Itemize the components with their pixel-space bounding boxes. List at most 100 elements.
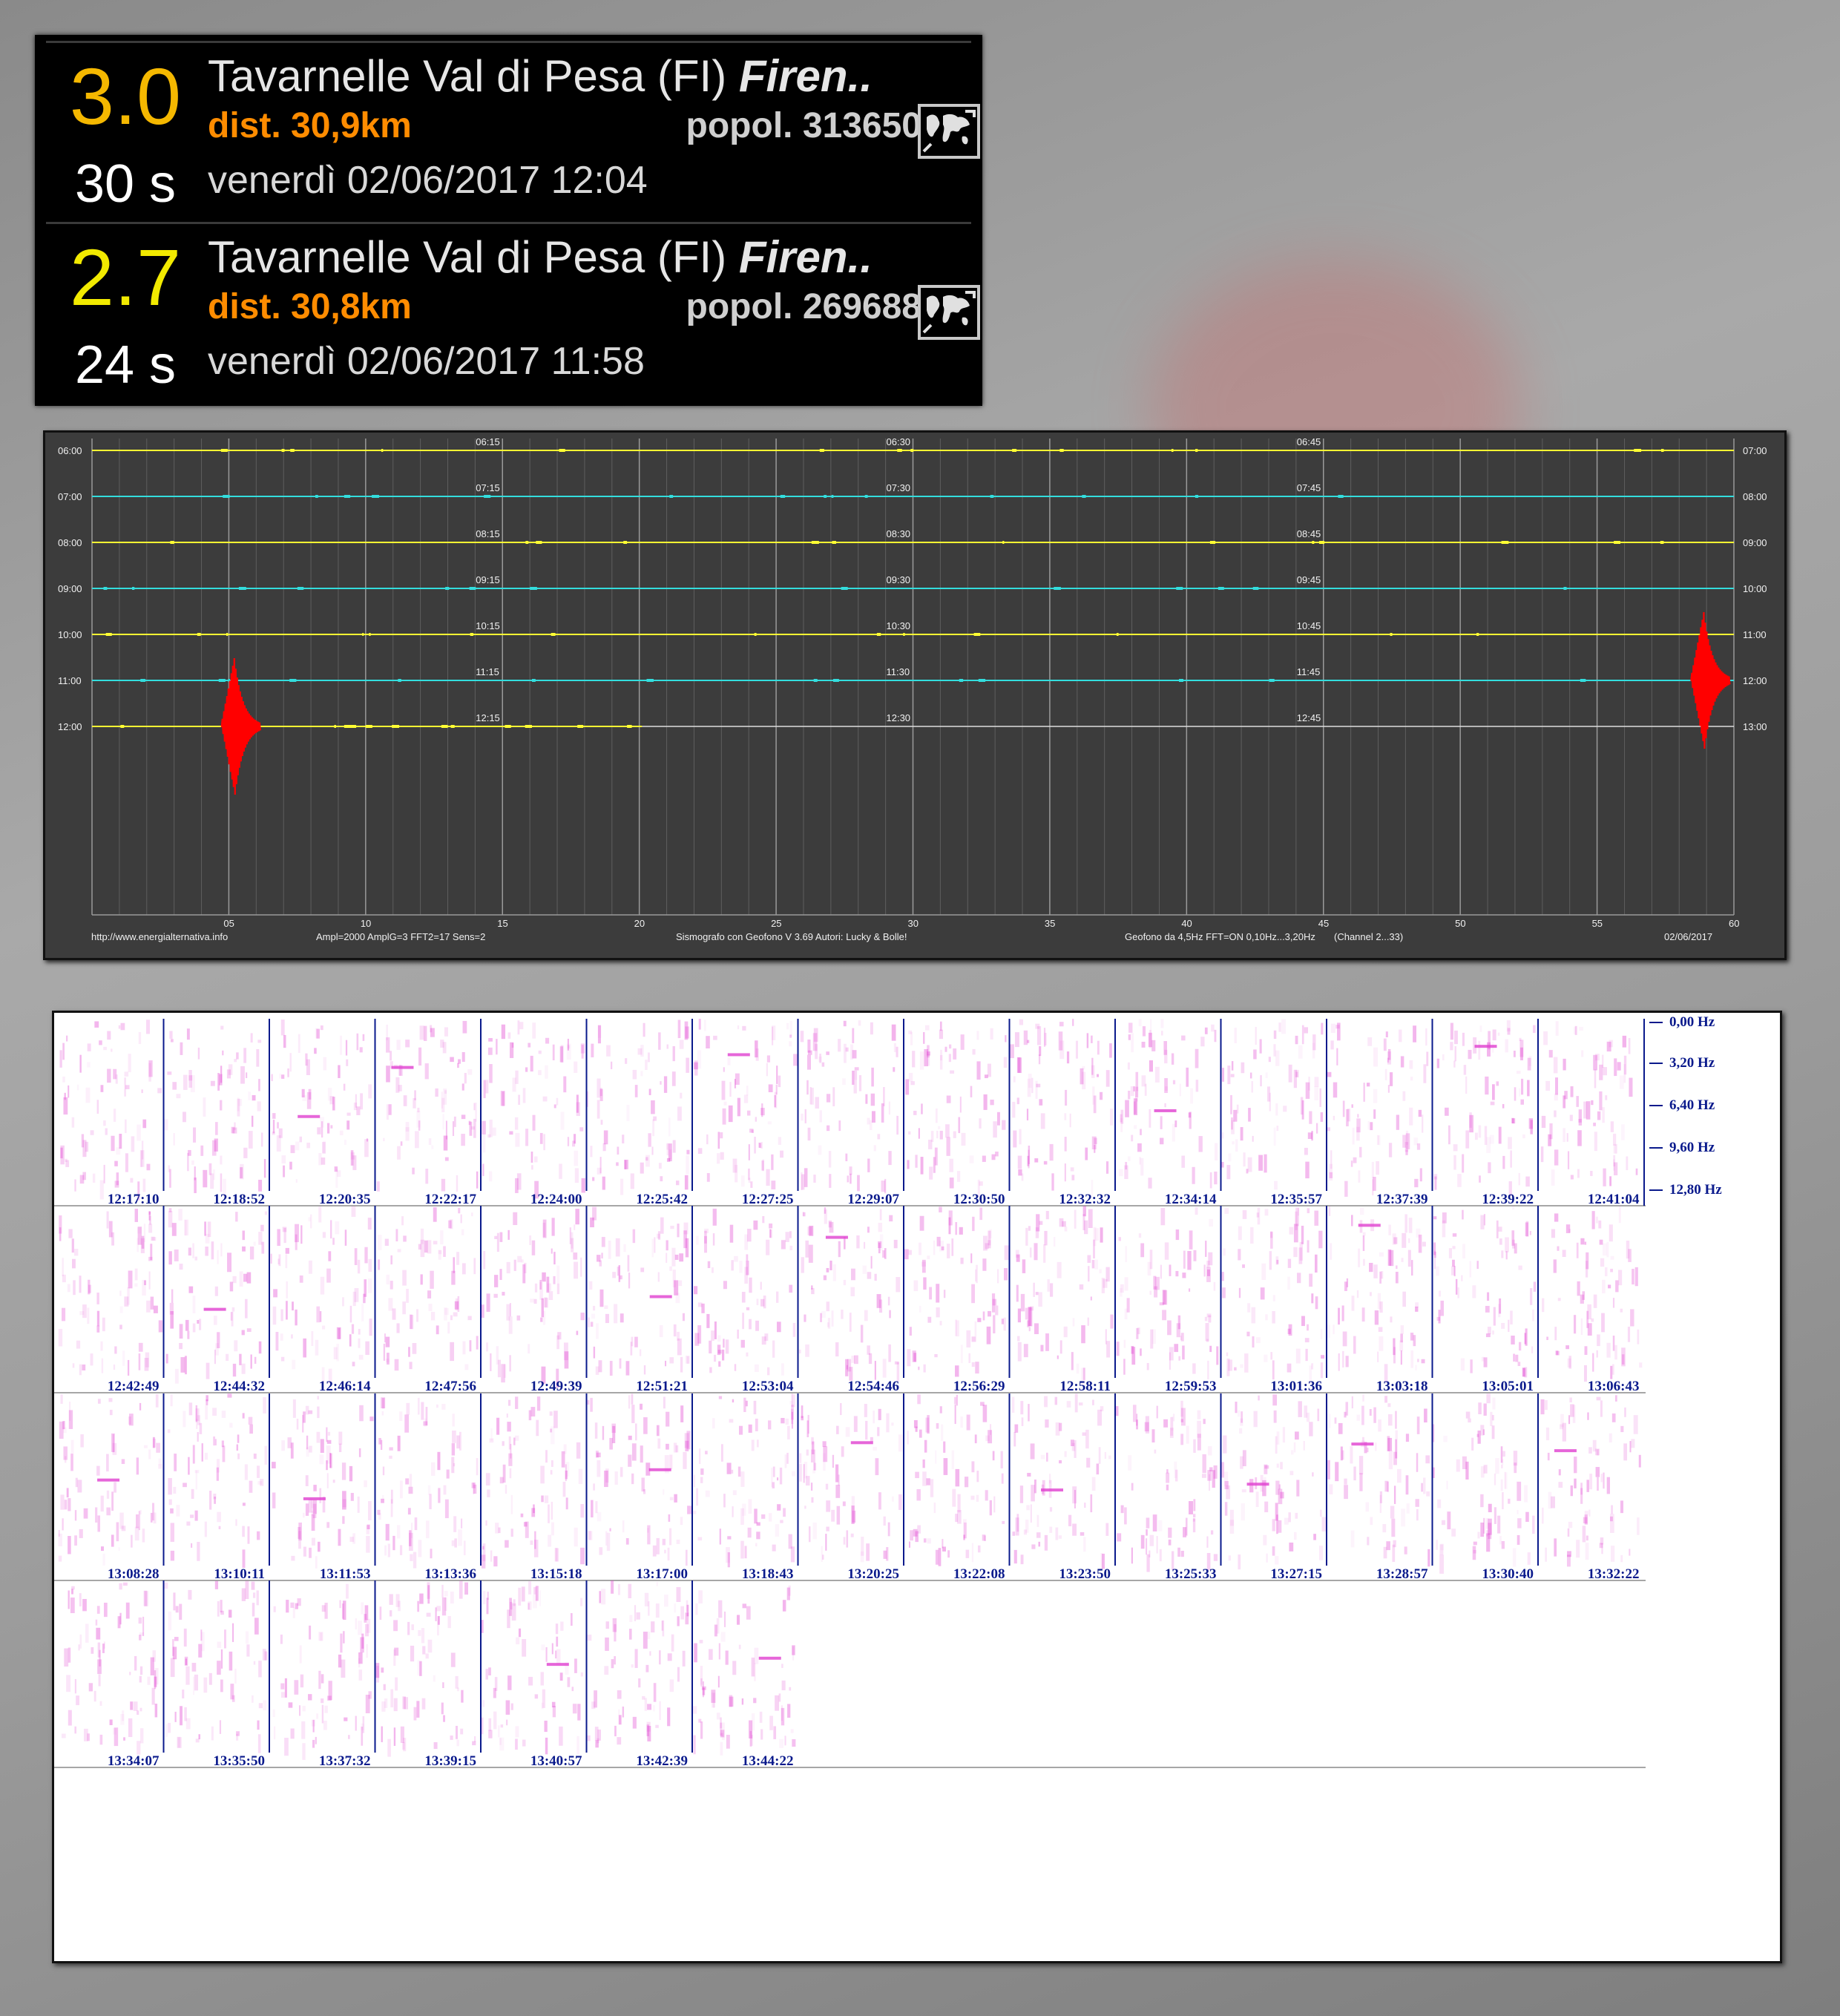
spectral-energy (139, 1632, 144, 1636)
spectral-energy (1367, 1120, 1370, 1130)
spectral-energy (295, 1224, 299, 1243)
spectral-energy (438, 1250, 441, 1260)
spectral-energy (776, 1291, 779, 1303)
elapsed-time: 30 s (74, 154, 177, 214)
spectral-energy (634, 1336, 638, 1347)
spectral-energy (398, 1600, 401, 1612)
spectral-energy (640, 1267, 645, 1273)
spectral-energy (284, 1738, 289, 1756)
spectrogram-cell (167, 1393, 267, 1569)
spectral-energy (1473, 1550, 1476, 1554)
spectral-energy (1284, 1517, 1289, 1525)
spectral-energy (68, 1085, 70, 1098)
spectral-energy (253, 1241, 256, 1246)
spectral-energy (1591, 1100, 1594, 1106)
spectrogram-time-label: 13:30:40 (1482, 1566, 1534, 1582)
spectral-energy (390, 1255, 392, 1265)
spectrogram-cell (482, 1020, 585, 1199)
spectral-energy (1078, 1402, 1083, 1406)
spectral-energy (384, 1238, 389, 1246)
spectrogram-cell (164, 1580, 268, 1753)
spectral-energy (321, 1674, 324, 1684)
spectral-energy (790, 1729, 794, 1733)
spectral-energy (825, 1483, 829, 1490)
spectral-energy (923, 1538, 927, 1543)
spectrogram-time-label: 13:42:39 (636, 1753, 688, 1769)
spectral-energy (1499, 1238, 1502, 1245)
spectral-energy (738, 1644, 741, 1649)
spectral-energy (71, 1589, 73, 1595)
spectral-energy (865, 1420, 868, 1440)
spectral-energy (436, 1616, 439, 1636)
world-map-icon[interactable] (918, 104, 980, 159)
spectral-energy (322, 1142, 326, 1154)
spectral-energy (1258, 1155, 1264, 1171)
spectral-energy (669, 1357, 674, 1364)
spectral-energy (133, 1701, 138, 1712)
spectral-energy (516, 1173, 522, 1190)
spectral-energy (887, 1296, 890, 1306)
spectral-energy (342, 1297, 344, 1307)
spectral-energy (706, 1313, 710, 1328)
spectral-energy (1588, 1509, 1591, 1517)
spectral-energy (298, 1531, 301, 1549)
spectral-energy (354, 1288, 359, 1302)
x-tick-label: 50 (1455, 918, 1466, 929)
spectral-energy (1013, 1431, 1016, 1447)
spectral-energy (1272, 1360, 1275, 1380)
spectral-energy (1178, 1356, 1181, 1361)
spectral-band (1351, 1442, 1374, 1446)
spectral-energy (121, 1459, 125, 1465)
spectral-energy (622, 1706, 625, 1718)
spectral-energy (90, 1353, 93, 1366)
spectral-energy (119, 1583, 122, 1590)
spectral-energy (351, 1324, 355, 1334)
spectral-energy (316, 1306, 320, 1323)
spectral-energy (684, 1175, 689, 1190)
spectral-energy (357, 1496, 360, 1513)
spectral-energy (397, 1146, 401, 1160)
spectral-energy (1016, 1284, 1019, 1302)
spectral-energy (1235, 1139, 1238, 1152)
spectral-energy (148, 1449, 151, 1460)
spectral-energy (506, 1414, 508, 1418)
spectral-energy (1265, 1314, 1268, 1321)
spectral-energy (874, 1361, 876, 1380)
spectral-energy (714, 1321, 717, 1339)
spectral-energy (923, 1277, 927, 1290)
spectral-energy (852, 1028, 855, 1043)
spectral-energy (111, 1433, 115, 1452)
spectral-energy (1399, 1029, 1402, 1043)
spectral-energy (640, 1071, 643, 1077)
spectral-energy (1518, 1172, 1520, 1186)
spectral-energy (1044, 1230, 1048, 1246)
spectral-energy (95, 1507, 98, 1523)
spectral-energy (782, 1600, 786, 1612)
spectral-energy (280, 1692, 285, 1698)
spectral-energy (246, 1272, 252, 1284)
spectral-energy (246, 1328, 252, 1333)
spectral-energy (1215, 1143, 1218, 1160)
spectral-energy (856, 1235, 860, 1249)
spectral-energy (305, 1503, 309, 1516)
spectral-energy (440, 1230, 444, 1245)
spectral-energy (1485, 1333, 1491, 1338)
spectral-energy (455, 1725, 458, 1739)
earthquake-item[interactable]: 2.7 24 s Tavarnelle Val di Pesa (FI) Fir… (46, 222, 980, 402)
spectral-energy (781, 1363, 784, 1376)
spectral-energy (1373, 1264, 1378, 1278)
spectral-energy (732, 1506, 734, 1517)
spectrogram-time-label: 13:25:33 (1164, 1566, 1217, 1582)
spectral-energy (1447, 1511, 1451, 1530)
spectral-energy (604, 1666, 609, 1675)
province: Firen.. (738, 232, 873, 282)
world-map-icon[interactable] (918, 285, 980, 340)
spectral-energy (1209, 1345, 1212, 1353)
spectral-energy (807, 1127, 811, 1141)
trace-blip (1563, 587, 1567, 590)
spectral-energy (87, 1062, 91, 1068)
spectral-energy (168, 1251, 172, 1265)
spectral-energy (1307, 1240, 1310, 1253)
earthquake-item[interactable]: 3.0 30 s Tavarnelle Val di Pesa (FI) Fir… (46, 41, 980, 221)
spectral-energy (482, 1120, 486, 1135)
